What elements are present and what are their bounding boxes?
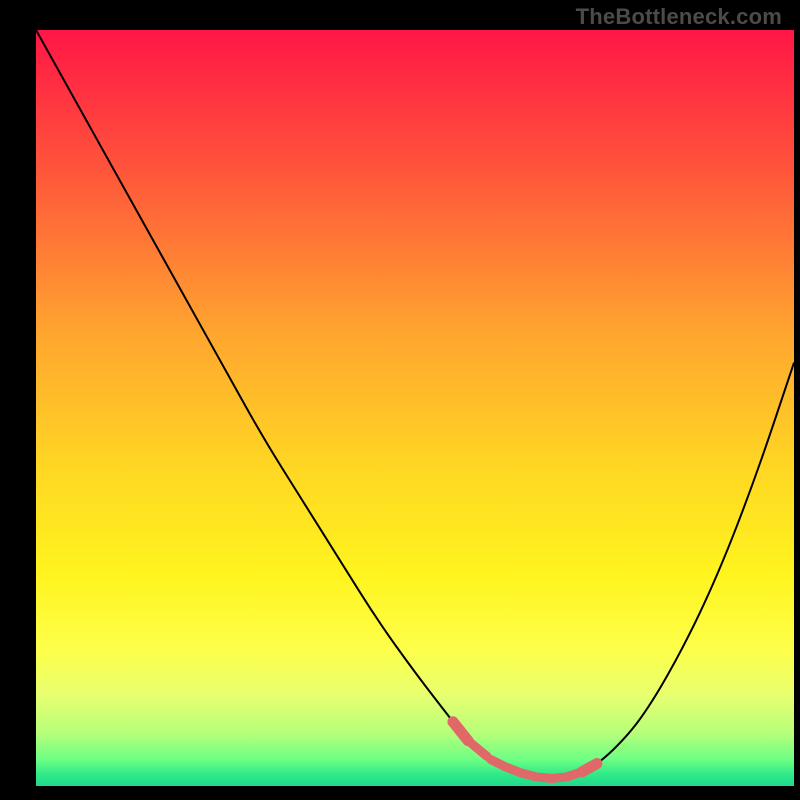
bottom-marker: [582, 764, 597, 772]
plot-area: [36, 30, 794, 786]
chart-frame: TheBottleneck.com: [0, 0, 800, 800]
watermark-label: TheBottleneck.com: [576, 4, 782, 30]
chart-svg: [36, 30, 794, 786]
